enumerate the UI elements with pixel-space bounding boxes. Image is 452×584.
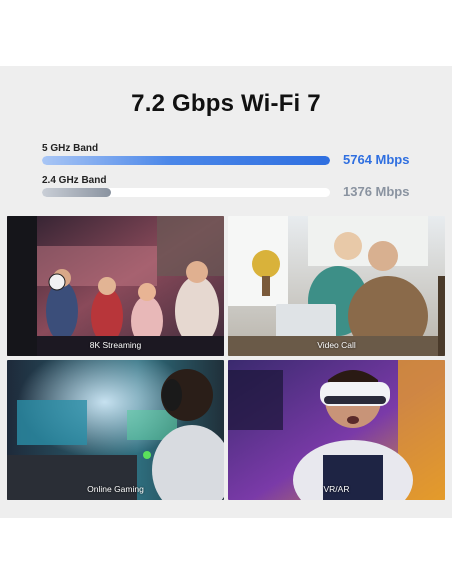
tile-caption: Video Call [317, 340, 356, 350]
tile-vr-ar: VR/AR [228, 360, 445, 500]
bar-fill-5ghz [42, 156, 330, 165]
bar-track-5ghz [42, 156, 330, 165]
band-label-5ghz: 5 GHz Band [42, 143, 99, 154]
page-title: 7.2 Gbps Wi-Fi 7 [131, 90, 321, 117]
band-label-24ghz: 2.4 GHz Band [42, 175, 107, 186]
streaming-scene-image [7, 216, 224, 356]
bar-track-24ghz [42, 188, 330, 197]
bar-fill-24ghz [42, 188, 111, 197]
tile-caption: VR/AR [323, 484, 350, 494]
tile-caption: Online Gaming [87, 484, 144, 494]
tile-video-call: Video Call [228, 216, 445, 356]
speed-label-24ghz: 1376 Mbps [343, 184, 410, 199]
gaming-scene-image [7, 360, 224, 500]
tile-online-gaming: Online Gaming [7, 360, 224, 500]
video-call-scene-image [228, 216, 445, 356]
vr-scene-image [228, 360, 445, 500]
speed-label-5ghz: 5764 Mbps [343, 152, 410, 167]
tile-caption: 8K Streaming [89, 340, 142, 350]
tile-8k-streaming: 8K Streaming [7, 216, 224, 356]
